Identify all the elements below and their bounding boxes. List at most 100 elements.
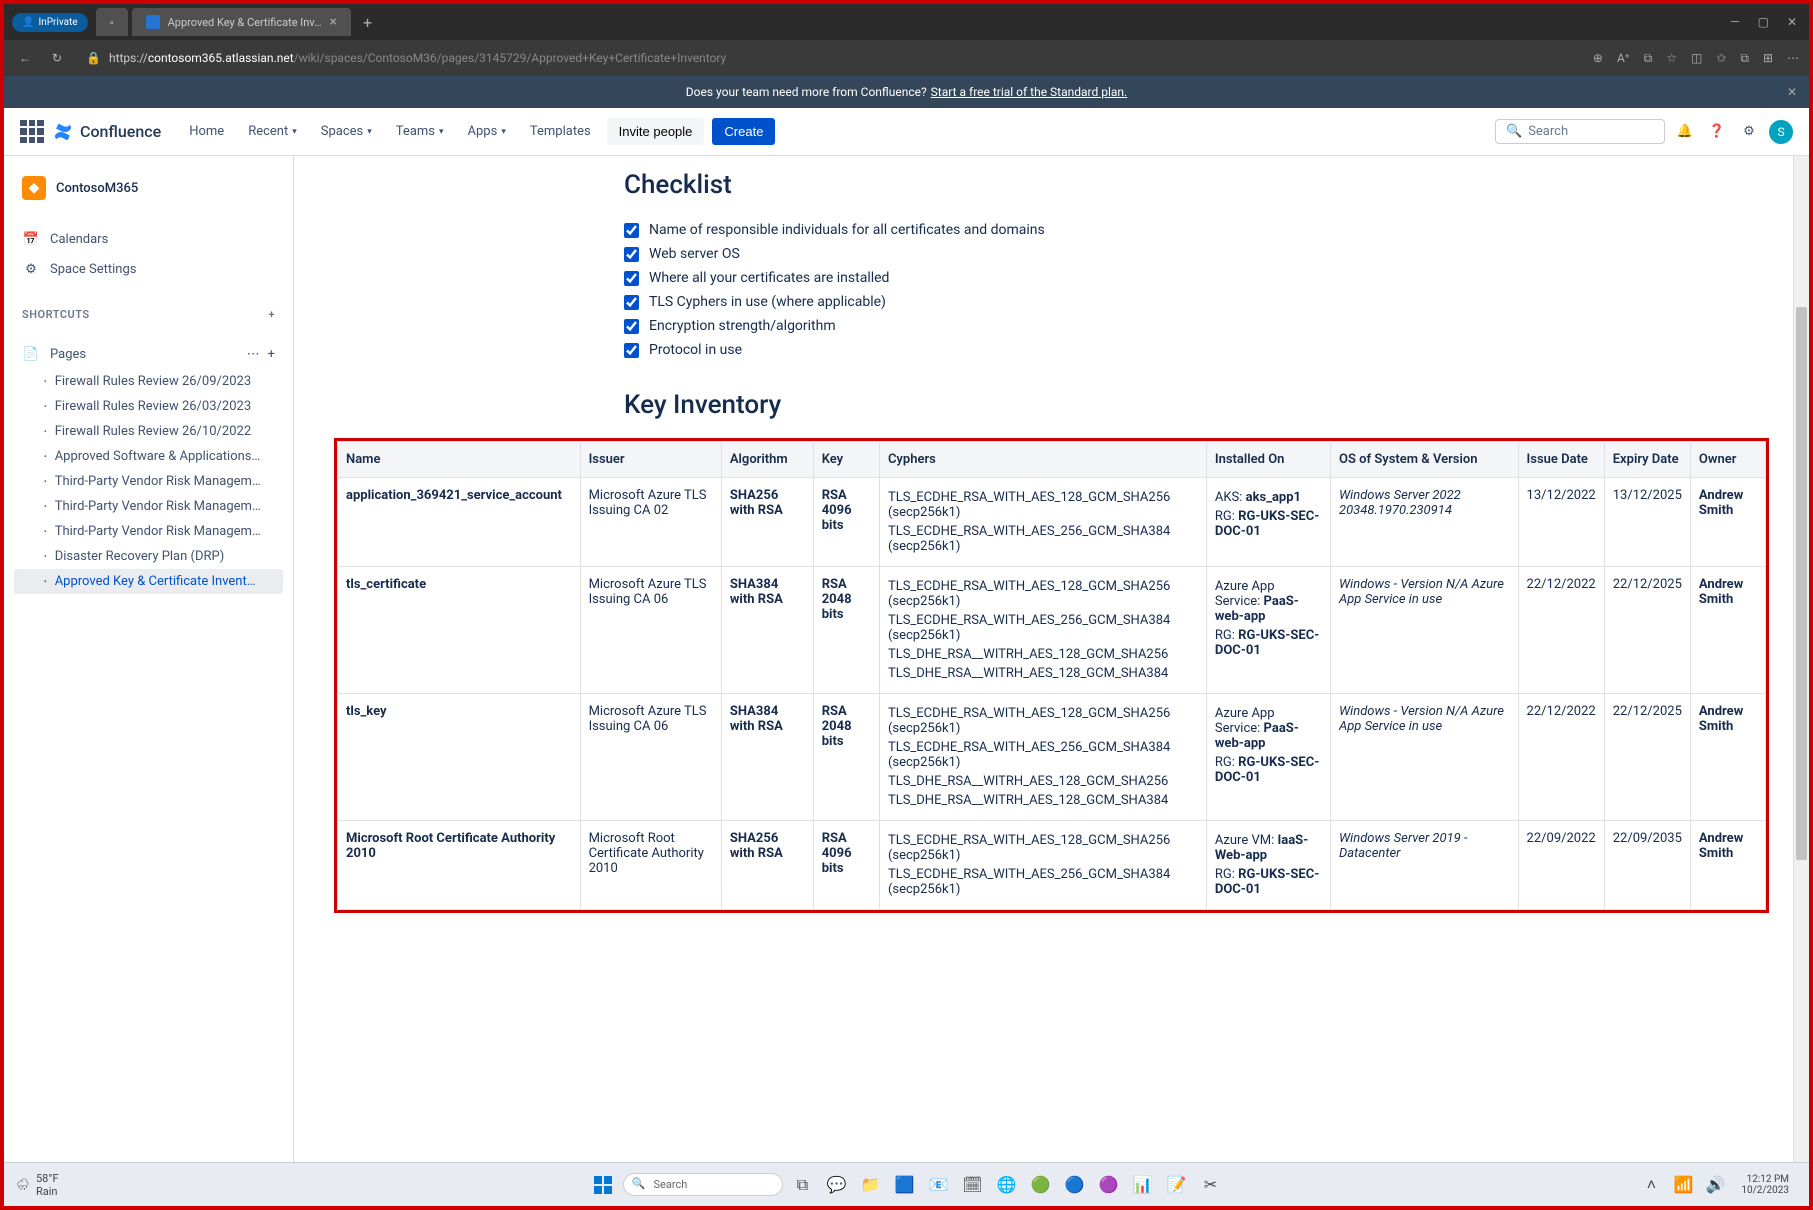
notifications-icon[interactable]: 🔔 xyxy=(1673,120,1697,144)
app-icon[interactable]: 💬 xyxy=(823,1171,851,1199)
tray-volume-icon[interactable]: 🔊 xyxy=(1701,1171,1729,1199)
inprivate-badge: 👤 InPrivate xyxy=(12,13,88,32)
browser-addressbar: ← ↻ 🔒 https://contosom365.atlassian.net/… xyxy=(4,40,1809,76)
tab-new-page[interactable]: ▫ xyxy=(96,8,128,36)
sidebar-space-settings[interactable]: ⚙ Space Settings xyxy=(14,254,283,284)
nav-apps[interactable]: Apps▾ xyxy=(460,118,514,145)
minimize-icon[interactable]: — xyxy=(1730,15,1739,29)
confluence-header: Confluence Home Recent▾ Spaces▾ Teams▾ A… xyxy=(4,108,1809,156)
checkbox[interactable] xyxy=(624,319,639,334)
sidebar-page-link[interactable]: •Third-Party Vendor Risk Managem… xyxy=(14,494,283,519)
nav-recent[interactable]: Recent▾ xyxy=(240,118,305,145)
create-button[interactable]: Create xyxy=(712,118,775,145)
space-name[interactable]: ◆ ContosoM365 xyxy=(14,168,283,208)
new-tab-button[interactable]: + xyxy=(357,13,378,32)
app-icon[interactable]: 🟢 xyxy=(1027,1171,1055,1199)
favorite-icon[interactable]: ☆ xyxy=(1666,51,1677,66)
app-icon[interactable]: ✂ xyxy=(1197,1171,1225,1199)
calendar-icon: 📅 xyxy=(22,230,40,248)
app-icon[interactable]: 📁 xyxy=(857,1171,885,1199)
shortcuts-header: SHORTCUTS + xyxy=(14,300,283,329)
invite-people-button[interactable]: Invite people xyxy=(607,118,705,145)
sidebar-page-link[interactable]: •Third-Party Vendor Risk Managem… xyxy=(14,519,283,544)
weather-icon: 🌧 xyxy=(16,1178,30,1191)
sidebar-page-link[interactable]: •Firewall Rules Review 26/03/2023 xyxy=(14,394,283,419)
nav-spaces[interactable]: Spaces▾ xyxy=(313,118,380,145)
checkbox[interactable] xyxy=(624,247,639,262)
checkbox[interactable] xyxy=(624,295,639,310)
trial-banner: Does your team need more from Confluence… xyxy=(4,76,1809,108)
zoom-icon[interactable]: ⊕ xyxy=(1593,51,1603,66)
more-icon[interactable]: ⋯ xyxy=(1787,51,1799,66)
column-header: Algorithm xyxy=(721,442,813,478)
scrollbar-thumb[interactable] xyxy=(1796,307,1807,860)
space-icon: ◆ xyxy=(22,176,46,200)
checklist-item: Name of responsible individuals for all … xyxy=(624,218,1724,242)
translate-icon[interactable]: ⧉ xyxy=(1644,51,1653,66)
page-more-icon[interactable]: ⋯ xyxy=(247,347,260,362)
sidebar-page-link[interactable]: •Disaster Recovery Plan (DRP) xyxy=(14,544,283,569)
app-icon[interactable]: 📧 xyxy=(925,1171,953,1199)
gear-icon: ⚙ xyxy=(22,260,40,278)
back-icon[interactable]: ← xyxy=(14,47,36,69)
read-aloud-icon[interactable]: A⁺ xyxy=(1617,51,1630,66)
favorites-bar-icon[interactable]: ✩ xyxy=(1716,51,1726,66)
app-icon[interactable]: 📊 xyxy=(1129,1171,1157,1199)
column-header: Issue Date xyxy=(1518,442,1604,478)
maximize-icon[interactable]: ▢ xyxy=(1758,15,1769,29)
bullet-icon: • xyxy=(44,427,47,436)
nav-templates[interactable]: Templates xyxy=(522,118,599,145)
add-shortcut-icon[interactable]: + xyxy=(268,308,275,321)
nav-home[interactable]: Home xyxy=(181,118,232,145)
app-icon[interactable]: 🔵 xyxy=(1061,1171,1089,1199)
taskbar-search[interactable]: Search xyxy=(623,1173,783,1196)
checklist-title: Checklist xyxy=(624,170,1724,200)
search-input[interactable]: 🔍 Search xyxy=(1495,119,1665,144)
close-icon[interactable]: × xyxy=(329,14,336,30)
checkbox[interactable] xyxy=(624,271,639,286)
add-page-icon[interactable]: + xyxy=(268,347,275,362)
sidebar-calendars[interactable]: 📅 Calendars xyxy=(14,224,283,254)
taskview-icon[interactable]: ⧉ xyxy=(789,1171,817,1199)
checklist-item: Encryption strength/algorithm xyxy=(624,314,1724,338)
close-window-icon[interactable]: ✕ xyxy=(1787,15,1797,29)
sidebar-page-link[interactable]: •Firewall Rules Review 26/09/2023 xyxy=(14,369,283,394)
bullet-icon: • xyxy=(44,402,47,411)
refresh-icon[interactable]: ↻ xyxy=(46,47,68,69)
checkbox[interactable] xyxy=(624,223,639,238)
start-icon[interactable] xyxy=(589,1171,617,1199)
close-icon[interactable]: ✕ xyxy=(1787,85,1797,99)
url-input[interactable]: 🔒 https://contosom365.atlassian.net/wiki… xyxy=(78,47,1583,69)
page-content: Checklist Name of responsible individual… xyxy=(294,156,1809,1162)
checklist-item: Protocol in use xyxy=(624,338,1724,362)
app-icon[interactable]: 🗓 xyxy=(959,1171,987,1199)
pages-header[interactable]: Pages xyxy=(50,347,86,362)
app-icon[interactable]: 🟣 xyxy=(1095,1171,1123,1199)
help-icon[interactable]: ❓ xyxy=(1705,120,1729,144)
person-icon: 👤 xyxy=(22,17,34,28)
sidebar-page-link[interactable]: •Approved Key & Certificate Invent… xyxy=(14,569,283,594)
sidebar-page-link[interactable]: •Firewall Rules Review 26/10/2022 xyxy=(14,419,283,444)
app-icon[interactable]: 📝 xyxy=(1163,1171,1191,1199)
nav-teams[interactable]: Teams▾ xyxy=(388,118,452,145)
extensions-icon[interactable]: ⊞ xyxy=(1763,51,1773,66)
sidebar-page-link[interactable]: •Approved Software & Applications… xyxy=(14,444,283,469)
sidebar-page-link[interactable]: •Third-Party Vendor Risk Managem… xyxy=(14,469,283,494)
app-switcher-icon[interactable] xyxy=(20,120,44,144)
scrollbar[interactable] xyxy=(1793,156,1809,1162)
taskbar-weather[interactable]: 🌧 58°F Rain xyxy=(16,1172,59,1198)
confluence-logo[interactable]: Confluence xyxy=(52,121,161,143)
split-icon[interactable]: ◫ xyxy=(1691,51,1702,66)
tray-chevron-icon[interactable]: ˄ xyxy=(1637,1171,1665,1199)
app-icon[interactable]: 🟦 xyxy=(891,1171,919,1199)
checkbox[interactable] xyxy=(624,343,639,358)
settings-icon[interactable]: ⚙ xyxy=(1737,120,1761,144)
browser-tab[interactable]: Approved Key & Certificate Inv… × xyxy=(132,8,351,36)
left-sidebar: ◆ ContosoM365 📅 Calendars ⚙ Space Settin… xyxy=(4,156,294,1162)
collections-icon[interactable]: ⧉ xyxy=(1740,51,1749,66)
banner-link[interactable]: Start a free trial of the Standard plan. xyxy=(931,85,1128,99)
user-avatar[interactable]: S xyxy=(1769,120,1793,144)
taskbar-clock[interactable]: 12:12 PM 10/2/2023 xyxy=(1733,1174,1797,1196)
tray-wifi-icon[interactable]: 📶 xyxy=(1669,1171,1697,1199)
app-icon[interactable]: 🌐 xyxy=(993,1171,1021,1199)
